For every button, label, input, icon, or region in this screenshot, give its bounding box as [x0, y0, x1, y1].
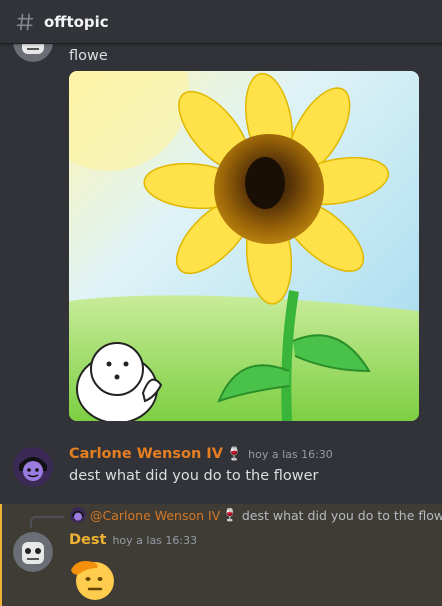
message-text: dest what did you do to the flower: [69, 468, 319, 484]
message-text: flowe: [69, 48, 108, 64]
mention-highlight: @Carlone Wenson IV 🍷 dest what did you d…: [0, 504, 442, 606]
message-header: Carlone Wenson IV 🍷 hoy a las 16:30: [69, 446, 333, 462]
avatar[interactable]: [13, 44, 53, 62]
avatar[interactable]: [13, 447, 53, 487]
timestamp: hoy a las 16:30: [248, 448, 333, 461]
saluting-face-icon: [69, 554, 119, 606]
mention-bar: [0, 504, 2, 606]
author-name[interactable]: Carlone Wenson IV: [69, 446, 223, 462]
timestamp: hoy a las 16:33: [112, 534, 198, 547]
reply-text: dest what did you do to the flower: [241, 507, 442, 523]
reply-spine: [30, 516, 64, 528]
reply-preview[interactable]: @Carlone Wenson IV 🍷 dest what did you d…: [70, 507, 442, 523]
channel-header: offtopic: [0, 0, 442, 44]
channel-name: offtopic: [44, 12, 109, 31]
role-badge-icon: 🍷: [225, 447, 243, 462]
avatar[interactable]: [13, 532, 53, 572]
reply-badge-icon: 🍷: [222, 507, 238, 522]
reply-author[interactable]: @Carlone Wenson IV: [90, 508, 220, 523]
message-header: Dest hoy a las 16:33: [69, 532, 197, 548]
message-list: flowe Carlone Wenson IV 🍷 hoy a las 16:3…: [0, 44, 442, 606]
reply-avatar: [70, 507, 86, 523]
channel-hash-icon: [14, 11, 36, 33]
image-attachment[interactable]: [69, 71, 419, 421]
author-name[interactable]: Dest: [69, 532, 106, 548]
